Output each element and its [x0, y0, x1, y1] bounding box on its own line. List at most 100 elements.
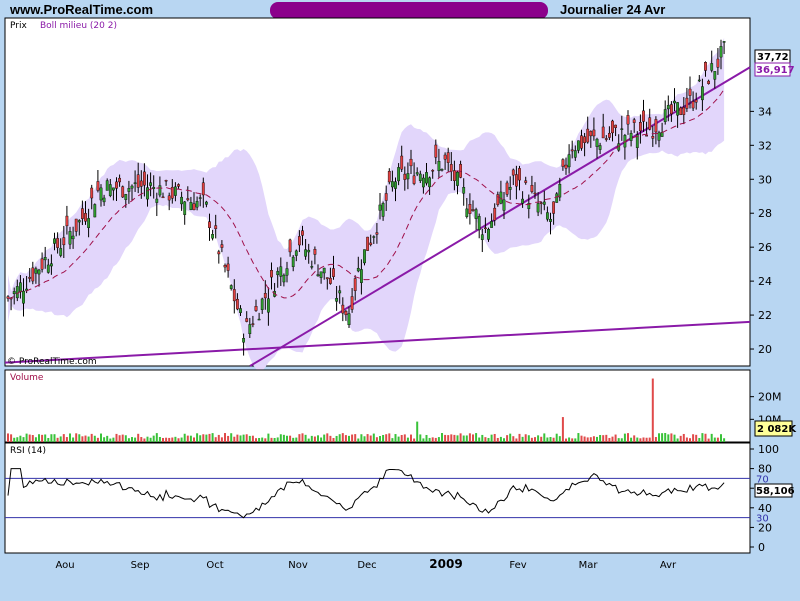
candle-body [208, 221, 211, 228]
candle-body [586, 128, 590, 143]
candle-body [685, 97, 689, 109]
candle-body [670, 104, 673, 115]
candle-body [34, 268, 38, 274]
price-tick-label: 24 [758, 275, 772, 288]
candle-body [608, 133, 611, 138]
volume-bar [289, 435, 292, 442]
candle-body [68, 231, 72, 245]
volume-bar [53, 434, 56, 442]
volume-bar [38, 434, 40, 442]
volume-bar [199, 435, 202, 442]
volume-bar [695, 434, 698, 442]
candle-body [152, 187, 156, 189]
candle-body [282, 274, 286, 283]
candle-body [648, 117, 652, 130]
candle-body [242, 338, 245, 343]
rsi-panel-title: RSI (14) [10, 446, 46, 456]
candle-body [96, 181, 100, 191]
candle-body [598, 145, 602, 150]
candle-body [456, 171, 459, 186]
volume-bar [589, 437, 592, 442]
volume-bar [224, 433, 226, 442]
volume-bar [658, 433, 660, 442]
rsi-panel [4, 442, 751, 554]
volume-bar [124, 435, 127, 442]
date-tick-label: 2009 [429, 557, 462, 571]
candle-body [201, 182, 205, 196]
volume-bar [146, 436, 149, 442]
volume-bar [341, 433, 344, 442]
volume-bar [617, 438, 620, 442]
volume-bar [348, 435, 350, 442]
volume-bar [490, 434, 493, 442]
volume-bar [65, 437, 68, 442]
volume-bar [379, 436, 381, 442]
candle-body [372, 236, 376, 238]
stock-chart[interactable]: Prix Boll milieu (20 2) © ProRealTime.co… [0, 0, 800, 601]
candle-body [87, 218, 91, 228]
volume-bar [698, 437, 701, 442]
volume-last-label: 2 082K [757, 424, 797, 435]
volume-bar [134, 437, 137, 442]
volume-bar [577, 433, 580, 442]
volume-bar [620, 438, 623, 442]
candle-body [595, 138, 599, 147]
candle-body [375, 232, 379, 235]
candle-body [713, 71, 717, 80]
candle-body [161, 196, 165, 199]
candle-body [629, 133, 633, 141]
volume-bar [307, 438, 310, 442]
candle-body [440, 169, 444, 171]
volume-bar [112, 437, 115, 442]
candle-body [657, 132, 661, 141]
candle-body [220, 244, 224, 248]
candle-body [322, 267, 326, 274]
volume-bar [468, 433, 471, 442]
volume-bar [279, 434, 282, 442]
candle-body [164, 180, 168, 182]
candle-body [338, 290, 342, 294]
candle-body [257, 318, 261, 321]
volume-bar [583, 436, 586, 442]
volume-bar [245, 434, 248, 442]
candle-body [412, 175, 416, 184]
volume-bar [599, 434, 602, 442]
candle-body [62, 237, 66, 246]
candle-body [555, 193, 559, 203]
volume-bar [682, 433, 685, 442]
volume-bar [512, 436, 515, 442]
volume-bar [403, 434, 406, 442]
candle-body [356, 267, 360, 272]
candle-body [490, 221, 493, 228]
candle-body [682, 107, 686, 115]
volume-bar [450, 434, 453, 442]
volume-bar [264, 438, 267, 442]
candle-body [515, 174, 518, 187]
candle-body [291, 256, 295, 267]
volume-bar [707, 438, 710, 442]
candle-body [350, 296, 354, 310]
volume-bar [62, 434, 65, 442]
volume-bar [106, 435, 109, 442]
last-price-label: 37,72 [757, 52, 789, 63]
volume-bar [521, 436, 524, 442]
volume-bar [171, 437, 174, 442]
volume-bar [515, 438, 518, 442]
candle-body [229, 285, 233, 289]
volume-bar [351, 434, 354, 442]
candle-body [74, 218, 78, 232]
volume-bar [22, 437, 25, 442]
volume-bar [127, 438, 130, 442]
volume-bar [506, 435, 509, 442]
volume-bar [410, 434, 412, 442]
candle-body [50, 263, 53, 267]
volume-bar [568, 437, 571, 442]
volume-bar [137, 433, 140, 442]
candle-body [710, 63, 714, 71]
candle-body [146, 187, 149, 200]
candle-body [484, 227, 487, 230]
candle-body [611, 120, 614, 134]
watermark: © ProRealTime.com [7, 357, 97, 367]
volume-bar [608, 437, 611, 442]
volume-bar [422, 438, 425, 442]
